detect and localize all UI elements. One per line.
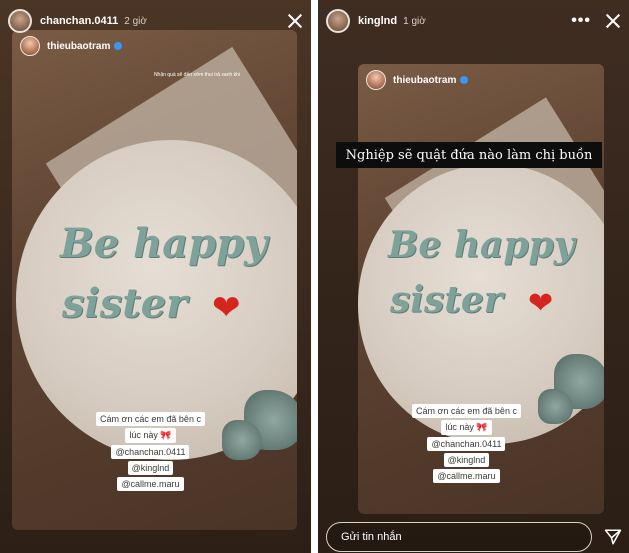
text-caption: Nghiệp sẽ quật đứa nào làm chị buồn [336,142,602,168]
mention-kinglnd[interactable]: @kinglnd [443,453,490,467]
story-header: kinglnd 1 giờ ••• [326,8,621,34]
frosting-decoration [222,420,262,460]
story-time: 1 giờ [403,15,426,27]
heart-icon: ❤ [212,289,241,327]
story-header: chanchan.0411 2 giờ [8,8,303,34]
mention-callme-maru[interactable]: @callme.maru [117,477,184,491]
stories-comparison: Be happy sister ❤ thieubaotram Nhận quà … [0,0,629,553]
cake-text-line2: sister [62,280,188,327]
reply-placeholder: Gửi tin nhắn [341,531,402,543]
more-icon[interactable]: ••• [571,13,591,29]
story-username[interactable]: chanchan.0411 [40,15,118,27]
mention-sticker: Cám ơn các em đã bên c lúc này 🎀 @chanch… [96,412,205,491]
right-story-panel[interactable]: Be happy sister ❤ thieubaotram Cám ơn cá… [318,0,629,553]
reshared-story-card[interactable]: Be happy sister ❤ thieubaotram Nhận quà … [12,30,297,530]
small-caption: Nhận quà sẽ đến sớm thui trả xanh khi [153,72,241,78]
close-icon[interactable] [605,13,621,29]
avatar[interactable] [8,9,32,33]
cake-text-line1: Be happy [60,220,268,267]
send-icon[interactable] [604,528,622,546]
card-username[interactable]: thieubaotram [47,41,110,52]
header-actions: ••• [571,13,621,29]
cake-text-line2: sister [390,279,503,321]
reshared-story-card[interactable]: Be happy sister ❤ thieubaotram Cám ơn cá… [358,64,604,514]
mention-text: Cám ơn các em đã bên c [412,404,521,418]
avatar[interactable] [20,36,40,56]
card-header[interactable]: thieubaotram [366,70,469,90]
mention-text: Cám ơn các em đã bên c [96,412,205,426]
mention-callme-maru[interactable]: @callme.maru [433,469,500,483]
header-actions [287,13,303,29]
card-header[interactable]: thieubaotram [20,36,123,56]
heart-icon: ❤ [528,287,554,320]
cake-text-line1: Be happy [388,224,575,266]
avatar[interactable] [366,70,386,90]
mention-chanchan[interactable]: @chanchan.0411 [427,437,506,451]
avatar[interactable] [326,9,350,33]
close-icon[interactable] [287,13,303,29]
reply-input[interactable]: Gửi tin nhắn [326,522,592,552]
story-username[interactable]: kinglnd [358,15,397,27]
story-time: 2 giờ [124,15,147,27]
mention-sticker: Cám ơn các em đã bên c lúc này 🎀 @chanch… [412,404,521,483]
mention-chanchan[interactable]: @chanchan.0411 [111,445,190,459]
left-story-panel[interactable]: Be happy sister ❤ thieubaotram Nhận quà … [0,0,311,553]
verified-badge-icon [114,42,123,50]
mention-kinglnd[interactable]: @kinglnd [127,461,174,475]
verified-badge-icon [460,76,469,84]
card-username[interactable]: thieubaotram [393,75,456,86]
frosting-decoration [538,389,573,424]
mention-text: lúc này 🎀 [125,428,176,443]
mention-text: lúc này 🎀 [441,420,492,435]
